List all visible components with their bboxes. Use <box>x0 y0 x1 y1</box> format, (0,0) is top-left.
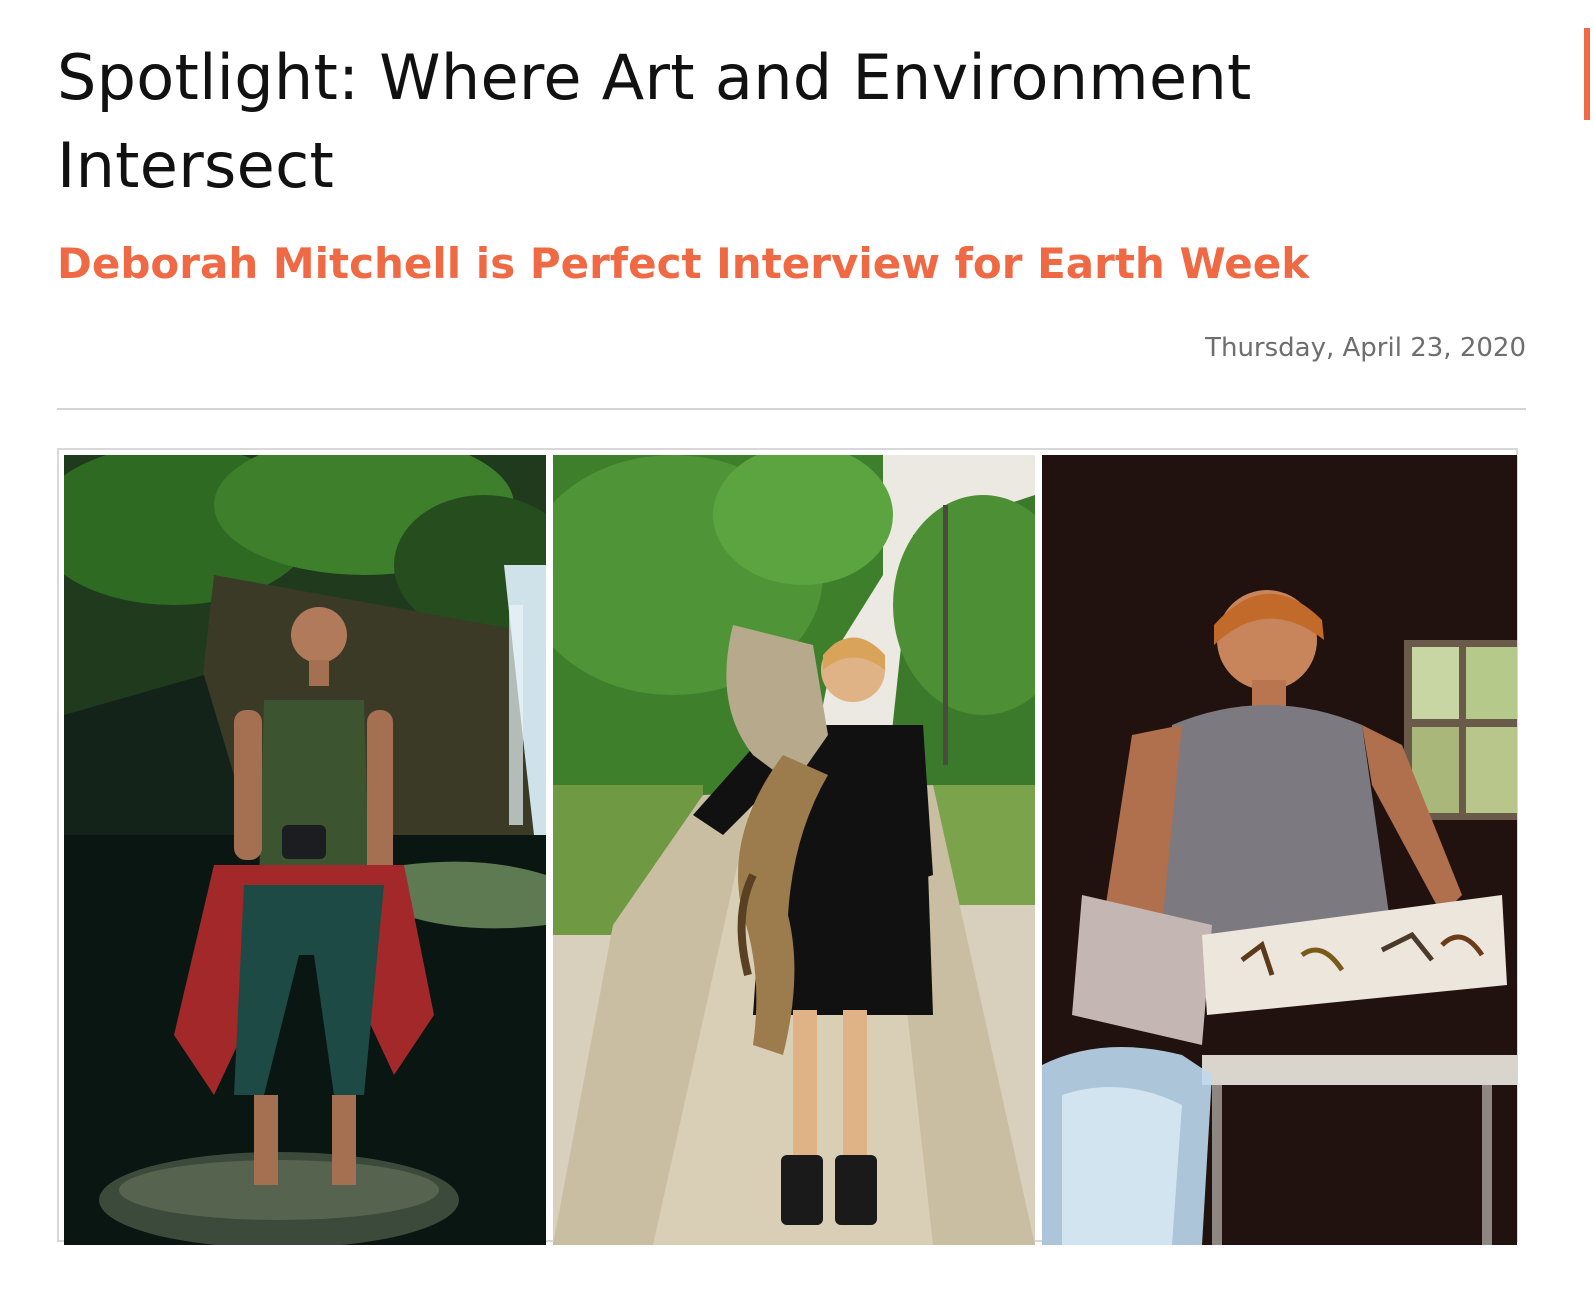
article-title: Spotlight: Where Art and Environment Int… <box>57 41 1252 202</box>
article-subtitle: Deborah Mitchell is Perfect Interview fo… <box>57 239 1310 288</box>
photo-waterfall <box>64 455 546 1245</box>
photo-dirt-road <box>553 455 1035 1245</box>
photo-collage <box>57 448 1518 1245</box>
photo-studio <box>1042 455 1517 1245</box>
article-date: Thursday, April 23, 2020 <box>1205 333 1526 363</box>
scroll-indicator[interactable] <box>1584 28 1590 120</box>
divider <box>57 408 1526 410</box>
